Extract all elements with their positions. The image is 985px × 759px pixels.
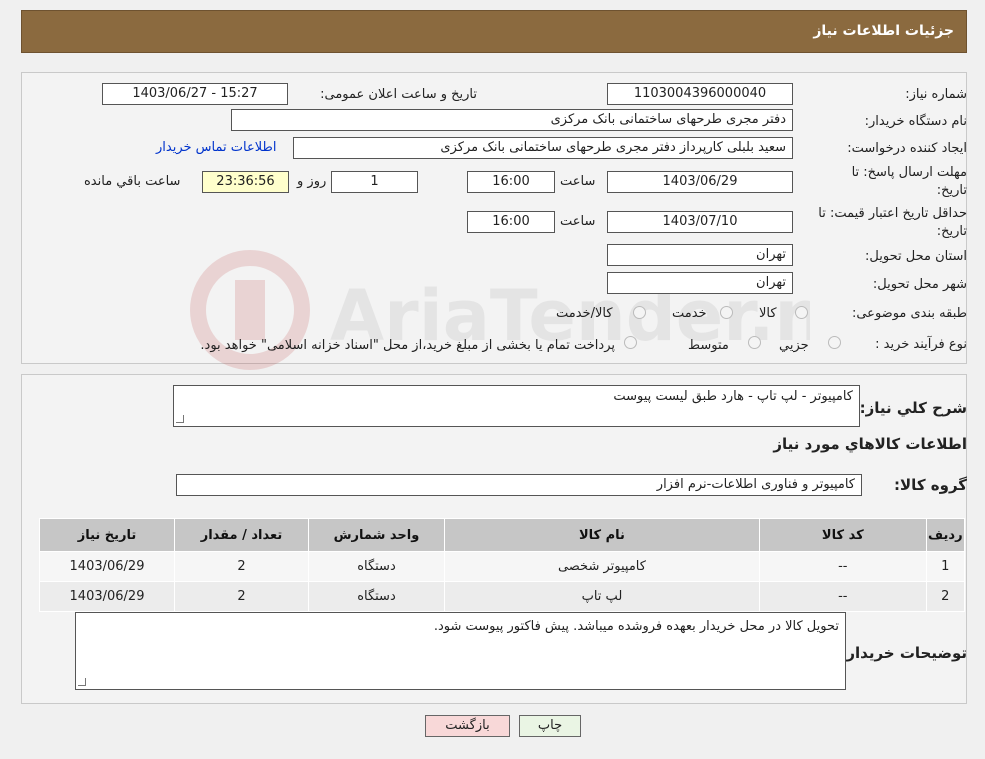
deadline-time-field: 16:00 [467, 171, 555, 193]
announce-datetime-label: تاریخ و ساعت اعلان عمومی: [320, 87, 477, 102]
deadline-date-field: 1403/06/29 [607, 171, 793, 193]
col-code-header: کد کالا [758, 518, 927, 552]
category-goods-service-radio[interactable] [633, 306, 646, 319]
buyer-org-field: دفتر مجری طرحهای ساختمانی بانک مرکزی [231, 109, 793, 131]
description-resize-handle[interactable] [176, 415, 184, 423]
cell-name: کامپیوتر شخصی [443, 551, 760, 582]
page-title: جزئیات اطلاعات نیاز [813, 23, 954, 39]
delivery-province-field: تهران [607, 244, 793, 266]
general-description-label: شرح کلي نیاز: [859, 399, 967, 417]
col-unit-header: واحد شمارش [307, 518, 445, 552]
delivery-city-field: تهران [607, 272, 793, 294]
purchase-process-label: نوع فرآیند خرید : [875, 337, 967, 352]
col-row-header: ردیف [925, 518, 966, 552]
required-goods-title: اطلاعات کالاهاي مورد نیاز [773, 435, 967, 453]
cell-unit: دستگاه [307, 551, 445, 582]
subject-category-label: طبقه بندی موضوعی: [851, 306, 967, 321]
print-button[interactable]: چاپ [519, 715, 581, 737]
days-remaining-field: 1 [331, 171, 418, 193]
cell-code: -- [758, 581, 927, 612]
table-row: 1 -- کامپیوتر شخصی دستگاه 2 1403/06/29 [38, 551, 966, 582]
buyer-contact-link[interactable]: اطلاعات تماس خریدار [156, 140, 276, 155]
price-validity-time-label: ساعت [560, 214, 596, 229]
buyer-notes-text: تحویل کالا در محل خریدار بعهده فروشده می… [433, 619, 839, 634]
category-service-radio[interactable] [720, 306, 733, 319]
col-name-header: نام کالا [443, 518, 760, 552]
col-date-header: تاریخ نیاز [38, 518, 176, 552]
col-quantity-header: تعداد / مقدار [174, 518, 309, 552]
general-description-text: کامپیوتر - لپ تاپ - هارد طبق لیست پیوست [613, 389, 853, 404]
goods-group-field: کامپیوتر و فناوری اطلاعات-نرم افزار [176, 474, 862, 496]
deadline-time-label: ساعت [560, 174, 596, 189]
goods-group-label: گروه کالا: [894, 476, 967, 494]
process-minor-label: جزیي [779, 338, 809, 353]
cell-unit: دستگاه [307, 581, 445, 612]
process-medium-label: متوسط [688, 338, 729, 353]
cell-code: -- [758, 551, 927, 582]
announce-datetime-field: 1403/06/27 - 15:27 [102, 83, 288, 105]
page-header: جزئیات اطلاعات نیاز [21, 10, 967, 53]
cell-quantity: 2 [174, 551, 309, 582]
process-minor-radio[interactable] [828, 336, 841, 349]
general-description-field: کامپیوتر - لپ تاپ - هارد طبق لیست پیوست [173, 385, 860, 427]
creator-field: سعید بلبلی کارپرداز دفتر مجری طرحهای ساخ… [293, 137, 793, 159]
price-validity-time-field: 16:00 [467, 211, 555, 233]
price-validity-label: حداقل تاریخ اعتبار قیمت: تا [818, 206, 967, 221]
buyer-org-label: نام دستگاه خریدار: [864, 114, 967, 129]
notes-resize-handle[interactable] [78, 678, 86, 686]
delivery-province-label: استان محل تحویل: [865, 249, 967, 264]
need-number-field: 1103004396000040 [607, 83, 793, 105]
cell-quantity: 2 [174, 581, 309, 612]
price-validity-label-line2: تاریخ: [936, 224, 967, 239]
cell-date: 1403/06/29 [38, 581, 176, 612]
buyer-notes-label: توضیحات خریدار: [840, 644, 967, 662]
creator-label: ایجاد کننده درخواست: [847, 141, 967, 156]
category-service-label: خدمت [672, 306, 707, 321]
remaining-time-label: ساعت باقي مانده [84, 174, 181, 189]
price-validity-date-field: 1403/07/10 [607, 211, 793, 233]
cell-name: لپ تاپ [443, 581, 760, 612]
goods-table: ردیف کد کالا نام کالا واحد شمارش تعداد /… [38, 518, 966, 612]
remaining-time-field: 23:36:56 [202, 171, 289, 193]
category-goods-radio[interactable] [795, 306, 808, 319]
deadline-label: مهلت ارسال پاسخ: تا [851, 165, 967, 180]
cell-row-number: 1 [925, 551, 966, 582]
need-number-label: شماره نیاز: [905, 87, 967, 102]
treasury-payment-checkbox[interactable] [624, 336, 637, 349]
treasury-payment-note: پرداخت تمام یا بخشی از مبلغ خرید،از محل … [200, 338, 615, 353]
category-goods-service-label: کالا/خدمت [556, 306, 613, 321]
process-medium-radio[interactable] [748, 336, 761, 349]
buyer-notes-field: تحویل کالا در محل خریدار بعهده فروشده می… [75, 612, 846, 690]
cell-row-number: 2 [925, 581, 966, 612]
category-goods-label: کالا [759, 306, 777, 321]
delivery-city-label: شهر محل تحویل: [872, 277, 967, 292]
days-label: روز و [297, 174, 327, 189]
cell-date: 1403/06/29 [38, 551, 176, 582]
table-row: 2 -- لپ تاپ دستگاه 2 1403/06/29 [38, 581, 966, 612]
deadline-label-line2: تاریخ: [936, 183, 967, 198]
back-button[interactable]: بازگشت [425, 715, 510, 737]
